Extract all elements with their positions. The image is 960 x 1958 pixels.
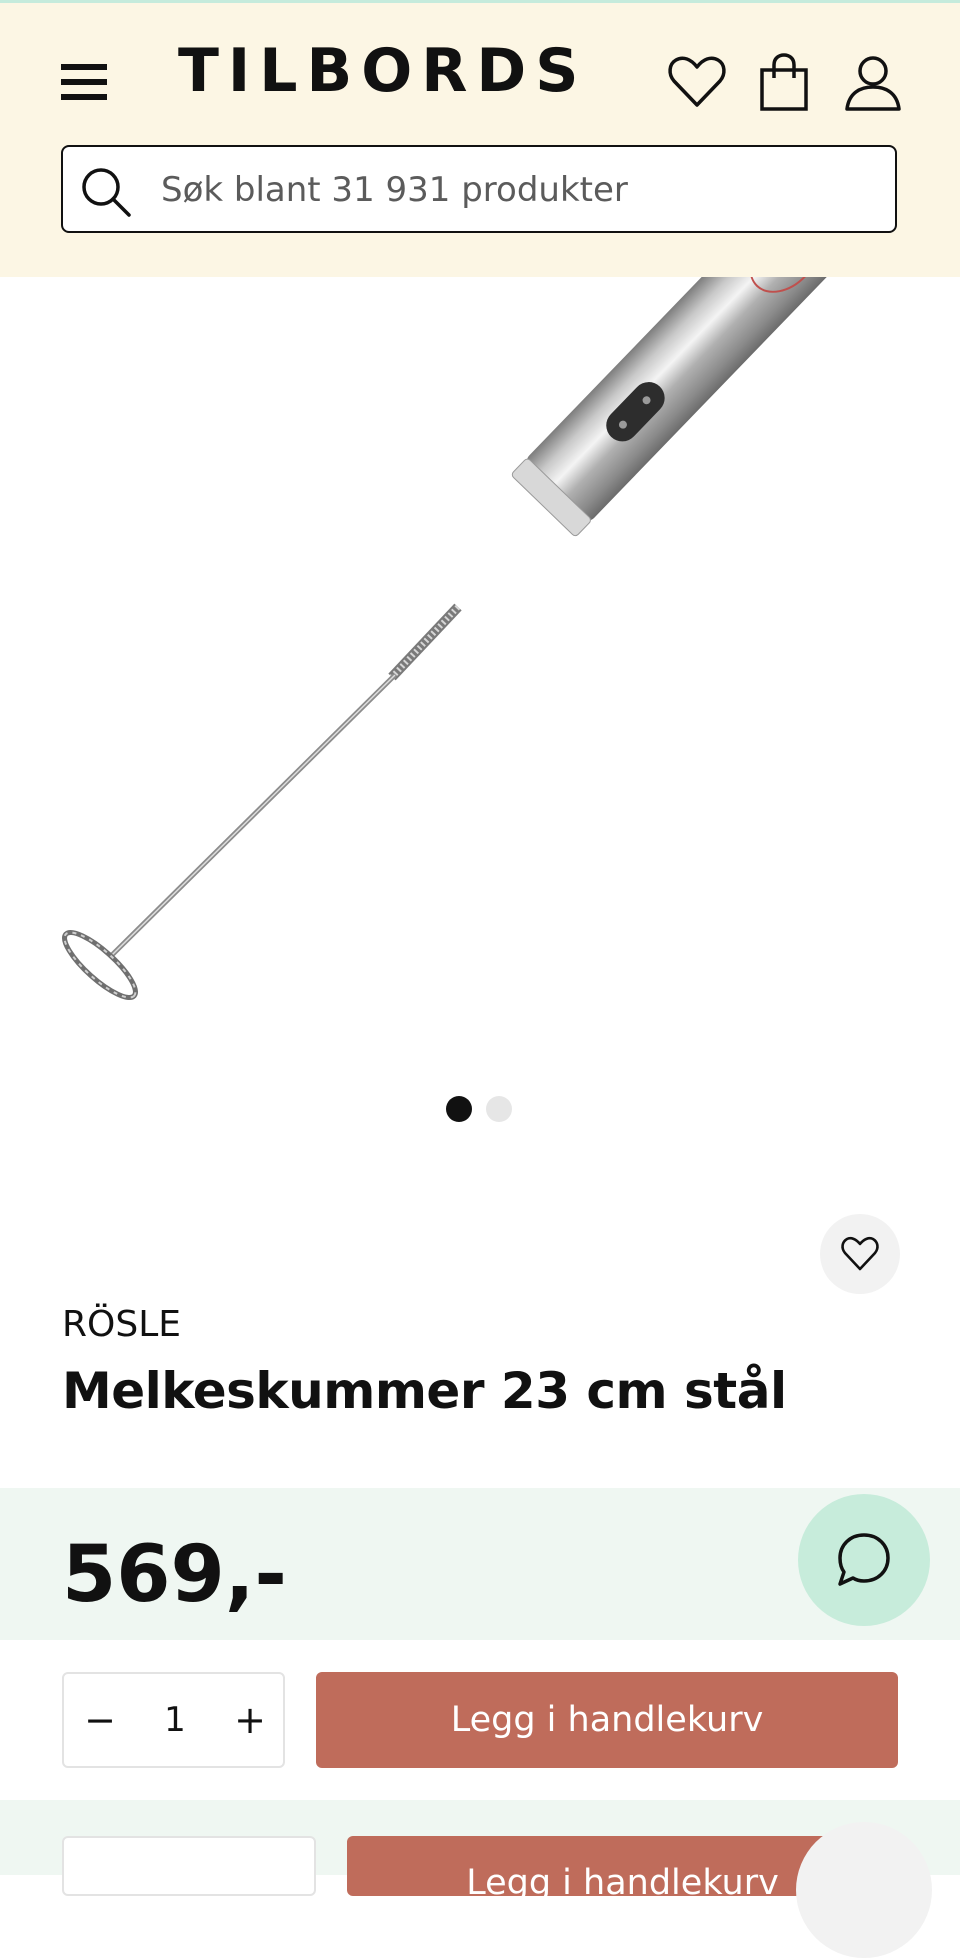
quantity-stepper: − 1 + — [62, 1672, 285, 1768]
quantity-value[interactable]: 1 — [134, 1692, 216, 1748]
gallery-pagination — [446, 1096, 516, 1124]
chat-button[interactable] — [798, 1494, 930, 1626]
search-bar — [61, 145, 897, 233]
hamburger-menu-icon[interactable] — [58, 58, 110, 106]
gallery-dot[interactable] — [486, 1096, 512, 1122]
site-header: TILBORDS — [0, 3, 960, 277]
site-logo[interactable]: TILBORDS — [178, 41, 587, 101]
heart-icon[interactable] — [666, 51, 728, 113]
increase-quantity-button[interactable]: + — [222, 1692, 278, 1748]
user-icon[interactable] — [842, 51, 904, 113]
add-to-wishlist-button[interactable] — [820, 1214, 900, 1294]
shopping-bag-icon[interactable] — [754, 51, 816, 113]
heart-icon — [841, 1236, 879, 1271]
product-title: Melkeskummer 23 cm stål — [62, 1362, 787, 1420]
decrease-quantity-button[interactable]: − — [72, 1692, 128, 1748]
search-icon[interactable] — [79, 165, 133, 219]
product-image[interactable] — [0, 182, 960, 1057]
chat-bubble-icon — [838, 1533, 890, 1586]
product-price: 569,- — [62, 1530, 287, 1620]
scroll-to-top-button[interactable] — [796, 1822, 932, 1958]
sticky-quantity-stepper[interactable] — [62, 1836, 316, 1896]
product-brand[interactable]: RÖSLE — [62, 1304, 181, 1345]
add-to-cart-button[interactable]: Legg i handlekurv — [316, 1672, 898, 1768]
search-input[interactable] — [159, 159, 863, 221]
gallery-dot-active[interactable] — [446, 1096, 472, 1122]
